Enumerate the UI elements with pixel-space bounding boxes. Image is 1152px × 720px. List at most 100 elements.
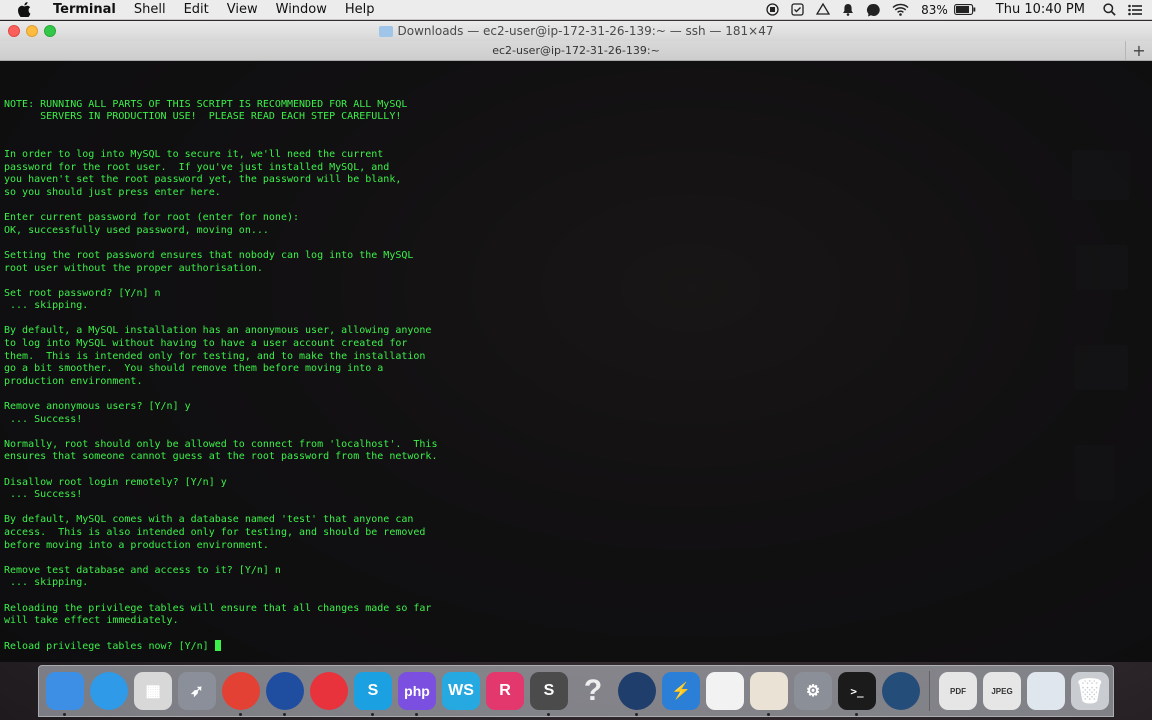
menu-app-terminal[interactable]: Terminal	[44, 2, 125, 17]
popcorn-icon[interactable]	[750, 672, 788, 716]
terminal-line: ... skipping.	[4, 300, 89, 312]
menu-window[interactable]: Window	[267, 2, 336, 17]
running-indicator	[547, 713, 550, 716]
chrome-icon[interactable]	[222, 672, 260, 716]
running-indicator	[63, 713, 66, 716]
terminal-line: ... Success!	[4, 489, 83, 501]
skype-icon[interactable]: S	[354, 672, 392, 716]
terminal-line: Normally, root should only be allowed to…	[4, 438, 438, 450]
terminal-line: NOTE: RUNNING ALL PARTS OF THIS SCRIPT I…	[4, 98, 408, 110]
terminal-line: password for the root user. If you've ju…	[4, 161, 390, 173]
terminal-line: Set root password? [Y/n] n	[4, 287, 161, 299]
terminal-line: you haven't set the root password yet, t…	[4, 174, 402, 186]
terminal-cursor	[214, 640, 221, 652]
menu-view[interactable]: View	[218, 2, 267, 17]
wifi-icon[interactable]	[892, 3, 909, 16]
quicktime-icon[interactable]	[882, 672, 920, 710]
lightning-icon[interactable]: ⚡	[662, 672, 700, 710]
menu-edit[interactable]: Edit	[175, 2, 218, 17]
running-indicator	[371, 713, 374, 716]
terminal-line: will take effect immediately.	[4, 615, 179, 627]
photos-icon[interactable]	[706, 672, 744, 710]
notification-bell-icon[interactable]	[842, 3, 854, 16]
terminal-line: ... skipping.	[4, 577, 89, 589]
terminal-line: ensures that someone cannot guess at the…	[4, 451, 438, 463]
trash-icon[interactable]: 🗑	[1071, 672, 1109, 710]
launchpad-grid-icon[interactable]: ▦	[134, 672, 172, 710]
terminal-line: access. This is also intended only for t…	[4, 526, 426, 538]
pdf-document-label: PDF	[950, 686, 966, 696]
finder-icon[interactable]	[46, 672, 84, 716]
window-title-text: Downloads — ec2-user@ip-172-31-26-139:~ …	[397, 24, 774, 38]
terminal-line: to log into MySQL without having to have…	[4, 338, 408, 350]
terminal-line: SERVERS IN PRODUCTION USE! PLEASE READ E…	[4, 111, 402, 123]
terminal-prompt-line[interactable]: Reload privilege tables now? [Y/n]	[4, 640, 1144, 653]
screenshot-stack-icon[interactable]	[1027, 672, 1065, 710]
clock[interactable]: Thu 10:40 PM	[996, 2, 1085, 17]
terminal-output[interactable]: NOTE: RUNNING ALL PARTS OF THIS SCRIPT I…	[4, 61, 1144, 661]
terminal-line: them. This is intended only for testing,…	[4, 350, 426, 362]
tab-title[interactable]: ec2-user@ip-172-31-26-139:~	[492, 44, 660, 57]
pdf-document-icon[interactable]: PDF	[939, 672, 977, 710]
window-titlebar[interactable]: Downloads — ec2-user@ip-172-31-26-139:~ …	[0, 21, 1152, 41]
terminal-line: ... Success!	[4, 413, 83, 425]
webstorm-icon[interactable]: WS	[442, 672, 480, 710]
drive-status-icon[interactable]	[816, 3, 831, 16]
window-title: Downloads — ec2-user@ip-172-31-26-139:~ …	[0, 21, 1152, 41]
record-status-icon[interactable]	[766, 3, 779, 16]
terminal-line: In order to log into MySQL to secure it,…	[4, 149, 384, 161]
battery-icon[interactable]	[953, 4, 976, 15]
rocket-icon[interactable]: ➶	[178, 672, 216, 710]
safari-icon[interactable]	[90, 672, 128, 710]
menu-shell[interactable]: Shell	[125, 2, 175, 17]
rubymine-icon[interactable]: R	[486, 672, 524, 710]
terminal-line: By default, a MySQL installation has an …	[4, 325, 432, 337]
system-preferences-gear-icon[interactable]: ⚙	[794, 672, 832, 710]
terminal-line: By default, MySQL comes with a database …	[4, 514, 414, 526]
terminal-line: go a bit smoother. You should remove the…	[4, 363, 384, 375]
running-indicator	[239, 713, 242, 716]
terminal-icon[interactable]: >_	[838, 672, 876, 716]
tab-bar: ec2-user@ip-172-31-26-139:~ +	[0, 41, 1152, 61]
checkmark-status-icon[interactable]	[791, 3, 804, 16]
sourcetree-icon[interactable]	[618, 672, 656, 716]
terminal-line: Disallow root login remotely? [Y/n] y	[4, 476, 227, 488]
apple-menu-icon[interactable]	[16, 2, 32, 18]
chat-bubble-icon[interactable]	[866, 3, 880, 17]
jpeg-document-label: JPEG	[991, 686, 1013, 696]
firefox-icon[interactable]	[266, 672, 304, 716]
jpeg-document-icon[interactable]: JPEG	[983, 672, 1021, 710]
terminal-line: Remove anonymous users? [Y/n] y	[4, 401, 191, 413]
battery-percent[interactable]: 83%	[921, 3, 948, 17]
sublime-text-icon[interactable]: S	[530, 672, 568, 716]
menu-help[interactable]: Help	[336, 2, 384, 17]
terminal-line: OK, successfully used password, moving o…	[4, 224, 269, 236]
running-indicator	[767, 713, 770, 716]
spotlight-search-icon[interactable]	[1103, 3, 1116, 16]
phpstorm-icon[interactable]: php	[398, 672, 436, 716]
new-tab-button[interactable]: +	[1125, 41, 1152, 60]
notification-center-list-icon[interactable]	[1128, 4, 1142, 16]
running-indicator	[283, 713, 286, 716]
vivaldi-icon[interactable]	[310, 672, 348, 710]
terminal-line: Remove test database and access to it? […	[4, 564, 281, 576]
menu-bar: Terminal Shell Edit View Window Help 83%…	[0, 0, 1152, 20]
help-question-icon[interactable]: ?	[574, 672, 612, 710]
terminal-line: before moving into a production environm…	[4, 539, 269, 551]
dock-separator	[929, 671, 930, 711]
terminal-prompt: Reload privilege tables now? [Y/n]	[4, 641, 215, 653]
